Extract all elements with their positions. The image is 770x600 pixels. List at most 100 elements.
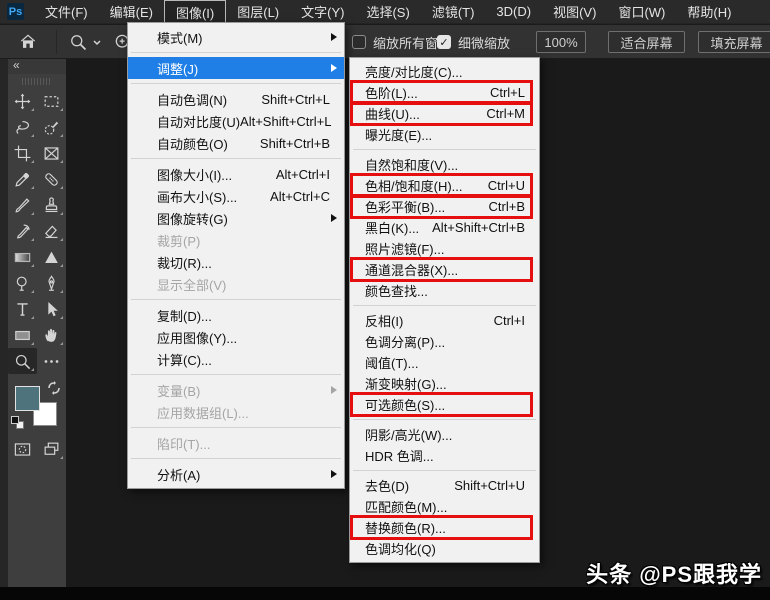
menubar-item[interactable]: 图层(L) bbox=[226, 0, 290, 24]
menu-item-label: 颜色查找... bbox=[365, 284, 428, 299]
fit-screen-button[interactable]: 适合屏幕 bbox=[608, 31, 685, 53]
menu-item[interactable]: 亮度/对比度(C)... bbox=[350, 61, 539, 82]
menu-item[interactable]: 自然饱和度(V)... bbox=[350, 154, 539, 175]
type-tool-button[interactable] bbox=[8, 296, 37, 322]
menu-item[interactable]: 曲线(U)... Ctrl+M bbox=[350, 101, 539, 126]
history-brush-tool-button[interactable] bbox=[8, 218, 37, 244]
pen-tool-icon bbox=[48, 274, 55, 291]
menu-item-label: 裁切(R)... bbox=[157, 255, 212, 271]
pen-tool-button[interactable] bbox=[37, 270, 66, 296]
menu-item-label: 显示全部(V) bbox=[157, 277, 227, 293]
frame-tool-button[interactable] bbox=[37, 140, 66, 166]
options-bar: 缩放所有窗口 ✓ 细微缩放 100% 适合屏幕 填充屏幕 bbox=[0, 25, 770, 59]
menubar-item[interactable]: 选择(S) bbox=[355, 0, 420, 24]
menu-item[interactable]: 匹配颜色(M)... bbox=[350, 496, 539, 517]
menu-item[interactable]: 曝光度(E)... bbox=[350, 124, 539, 145]
menu-item[interactable]: 渐变映射(G)... bbox=[350, 373, 539, 394]
menu-item[interactable]: 分析(A) bbox=[128, 463, 344, 485]
menu-item[interactable]: 图像旋转(G) bbox=[128, 207, 344, 229]
path-selection-tool-button[interactable] bbox=[37, 296, 66, 322]
menu-item[interactable]: 色彩平衡(B)... Ctrl+B bbox=[350, 194, 539, 219]
menu-item-label: 色阶(L)... bbox=[365, 86, 418, 101]
menu-item-label: 曲线(U)... bbox=[365, 107, 420, 122]
menu-item[interactable]: 复制(D)... bbox=[128, 304, 344, 326]
menubar-item[interactable]: 3D(D) bbox=[485, 0, 542, 24]
scrubby-zoom-checkbox[interactable]: ✓ bbox=[437, 35, 451, 49]
menu-item[interactable]: 画布大小(S)... Alt+Ctrl+C bbox=[128, 185, 344, 207]
default-colors-icon[interactable] bbox=[11, 416, 25, 430]
screen-mode-button[interactable] bbox=[37, 436, 66, 462]
menu-item[interactable]: 计算(C)... bbox=[128, 348, 344, 370]
menu-item[interactable]: 阈值(T)... bbox=[350, 352, 539, 373]
menu-item-label: 色相/饱和度(H)... bbox=[365, 179, 463, 194]
menu-item[interactable]: 自动对比度(U) Alt+Shift+Ctrl+L bbox=[128, 110, 344, 132]
swap-colors-icon[interactable] bbox=[46, 380, 62, 396]
menu-item[interactable]: 自动颜色(O) Shift+Ctrl+B bbox=[128, 132, 344, 154]
shape-tool-button[interactable] bbox=[8, 322, 37, 348]
marquee-tool-button[interactable] bbox=[37, 88, 66, 114]
fill-screen-button[interactable]: 填充屏幕 bbox=[698, 31, 770, 53]
more-tools-button[interactable] bbox=[37, 348, 66, 374]
submenu-arrow-icon bbox=[329, 385, 339, 395]
menubar-item[interactable]: 图像(I) bbox=[163, 0, 227, 24]
quick-selection-tool-button[interactable] bbox=[37, 114, 66, 140]
menu-item[interactable]: 色阶(L)... Ctrl+L bbox=[350, 80, 539, 105]
hand-tool-button[interactable] bbox=[37, 322, 66, 348]
menu-separator bbox=[131, 158, 341, 159]
menubar-item[interactable]: 编辑(E) bbox=[99, 0, 164, 24]
brush-tool-button[interactable] bbox=[8, 192, 37, 218]
quick-mask-button[interactable] bbox=[8, 436, 37, 462]
zoom-all-windows-checkbox[interactable] bbox=[352, 35, 366, 49]
eyedropper-tool-button[interactable] bbox=[8, 166, 37, 192]
collapse-tools-button[interactable]: « bbox=[8, 59, 66, 74]
zoom-tool-options-button[interactable] bbox=[68, 25, 102, 59]
menu-item[interactable]: 色相/饱和度(H)... Ctrl+U bbox=[350, 173, 539, 198]
menu-item[interactable]: 反相(I) Ctrl+I bbox=[350, 310, 539, 331]
menubar-item[interactable]: 滤镜(T) bbox=[421, 0, 486, 24]
menu-item[interactable]: 去色(D) Shift+Ctrl+U bbox=[350, 475, 539, 496]
menu-item[interactable]: 可选颜色(S)... bbox=[350, 392, 539, 417]
quick-mask-icon bbox=[14, 442, 31, 456]
menu-item[interactable]: HDR 色调... bbox=[350, 445, 539, 466]
menu-item-label: 阴影/高光(W)... bbox=[365, 428, 453, 443]
menu-item[interactable]: 颜色查找... bbox=[350, 280, 539, 301]
eraser-tool-button[interactable] bbox=[37, 218, 66, 244]
dodge-tool-button[interactable] bbox=[8, 270, 37, 296]
move-tool-button[interactable] bbox=[8, 88, 37, 114]
menu-item[interactable]: 通道混合器(X)... bbox=[350, 257, 539, 282]
menu-item[interactable]: 黑白(K)... Alt+Shift+Ctrl+B bbox=[350, 217, 539, 238]
menubar-item[interactable]: 文字(Y) bbox=[290, 0, 355, 24]
menu-item[interactable]: 自动色调(N) Shift+Ctrl+L bbox=[128, 88, 344, 110]
gradient-tool-button[interactable] bbox=[8, 244, 37, 270]
healing-brush-tool-button[interactable] bbox=[37, 166, 66, 192]
menubar-item[interactable]: 帮助(H) bbox=[676, 0, 742, 24]
foreground-color-swatch[interactable] bbox=[15, 386, 40, 411]
home-button[interactable] bbox=[18, 25, 38, 59]
zoom-tool-button[interactable] bbox=[8, 348, 37, 374]
menu-item[interactable]: 阴影/高光(W)... bbox=[350, 424, 539, 445]
menubar-item[interactable]: 窗口(W) bbox=[607, 0, 676, 24]
menu-item[interactable]: 图像大小(I)... Alt+Ctrl+I bbox=[128, 163, 344, 185]
lasso-tool-button[interactable] bbox=[8, 114, 37, 140]
menubar-item[interactable]: 视图(V) bbox=[542, 0, 607, 24]
zoom-percent-field[interactable]: 100% bbox=[536, 31, 586, 53]
menu-item[interactable]: 照片滤镜(F)... bbox=[350, 238, 539, 259]
menu-item[interactable]: 裁切(R)... bbox=[128, 251, 344, 273]
menu-item[interactable]: 色调分离(P)... bbox=[350, 331, 539, 352]
tool-grid bbox=[8, 88, 66, 374]
menubar-item[interactable]: 文件(F) bbox=[34, 0, 99, 24]
blur-tool-button[interactable] bbox=[37, 244, 66, 270]
menu-item[interactable]: 模式(M) bbox=[128, 26, 344, 48]
shape-tool-icon bbox=[15, 330, 30, 340]
crop-tool-button[interactable] bbox=[8, 140, 37, 166]
menu-item[interactable]: 调整(J) bbox=[128, 57, 344, 79]
menu-item-label: 分析(A) bbox=[157, 467, 201, 483]
menu-item[interactable]: 替换颜色(R)... bbox=[350, 515, 539, 540]
clone-stamp-tool-button[interactable] bbox=[37, 192, 66, 218]
panel-grip[interactable] bbox=[22, 76, 52, 86]
menu-item[interactable]: 应用图像(Y)... bbox=[128, 326, 344, 348]
menu-item-label: 照片滤镜(F)... bbox=[365, 242, 445, 257]
menu-arrow-spacer bbox=[524, 430, 534, 440]
menu-item[interactable]: 色调均化(Q) bbox=[350, 538, 539, 559]
scrubby-zoom-option[interactable]: ✓ 细微缩放 bbox=[437, 25, 510, 59]
